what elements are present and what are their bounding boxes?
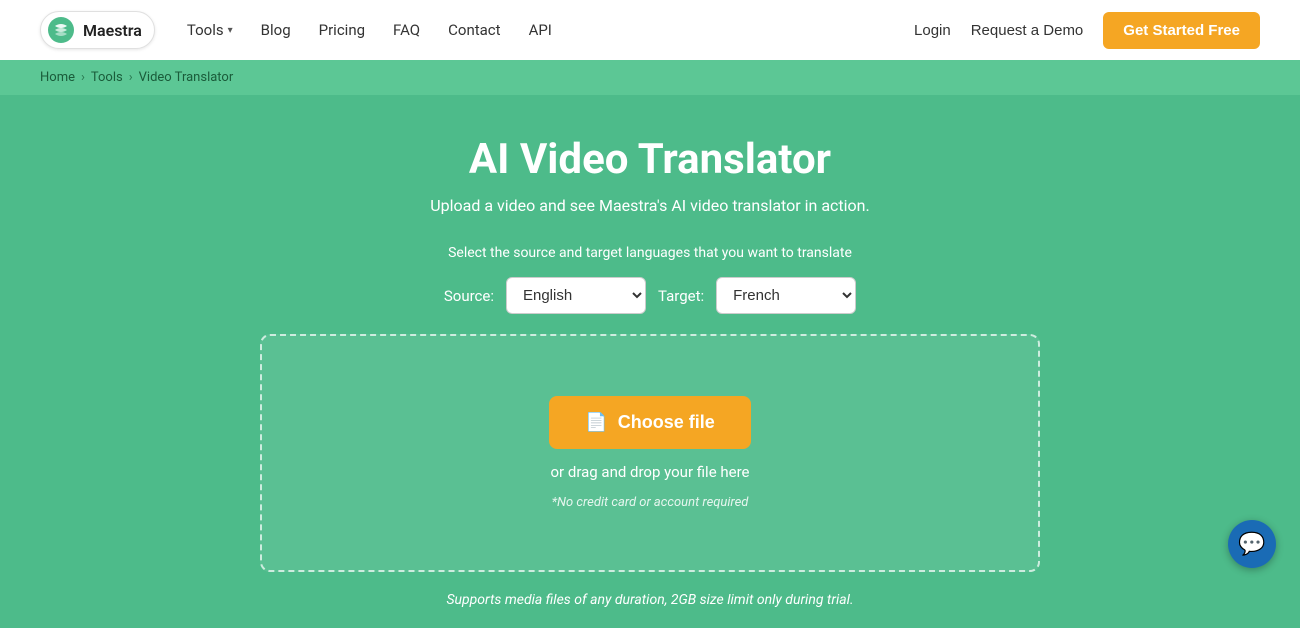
breadcrumb: Home › Tools › Video Translator	[0, 60, 1300, 95]
language-selectors: Source: English Spanish French German It…	[444, 277, 856, 314]
page-subtitle: Upload a video and see Maestra's AI vide…	[430, 196, 869, 215]
drag-drop-text: or drag and drop your file here	[551, 463, 750, 481]
chevron-down-icon: ▾	[228, 25, 233, 36]
choose-file-label: Choose file	[618, 412, 715, 433]
breadcrumb-current: Video Translator	[139, 70, 234, 85]
lang-prompt: Select the source and target languages t…	[448, 245, 852, 261]
page-title: AI Video Translator	[469, 135, 831, 184]
nav-links: Tools ▾ Blog Pricing FAQ Contact API	[187, 21, 882, 39]
logo[interactable]: Maestra	[40, 11, 155, 49]
breadcrumb-sep-2: ›	[129, 70, 133, 85]
navbar: Maestra Tools ▾ Blog Pricing FAQ Contact…	[0, 0, 1300, 60]
breadcrumb-sep-1: ›	[81, 70, 85, 85]
login-button[interactable]: Login	[914, 22, 951, 39]
target-label: Target:	[658, 287, 704, 305]
nav-pricing[interactable]: Pricing	[319, 21, 365, 39]
choose-file-button[interactable]: 📄 Choose file	[549, 396, 750, 449]
request-demo-button[interactable]: Request a Demo	[971, 22, 1084, 39]
logo-text: Maestra	[83, 21, 142, 40]
main-content: AI Video Translator Upload a video and s…	[0, 95, 1300, 628]
chat-icon: 💬	[1238, 532, 1265, 557]
nav-tools[interactable]: Tools ▾	[187, 21, 233, 39]
breadcrumb-home[interactable]: Home	[40, 70, 75, 85]
nav-right: Login Request a Demo Get Started Free	[914, 12, 1260, 49]
get-started-button[interactable]: Get Started Free	[1103, 12, 1260, 49]
source-label: Source:	[444, 287, 494, 305]
file-drop-zone[interactable]: 📄 Choose file or drag and drop your file…	[260, 334, 1040, 572]
nav-blog[interactable]: Blog	[261, 21, 291, 39]
file-icon: 📄	[585, 412, 607, 433]
chat-support-button[interactable]: 💬	[1228, 520, 1276, 568]
footer-note: Supports media files of any duration, 2G…	[446, 592, 853, 608]
nav-api[interactable]: API	[529, 21, 552, 39]
target-language-select[interactable]: French English Spanish German Italian Po…	[716, 277, 856, 314]
breadcrumb-tools[interactable]: Tools	[91, 70, 123, 85]
no-credit-text: *No credit card or account required	[552, 495, 749, 510]
source-language-select[interactable]: English Spanish French German Italian Po…	[506, 277, 646, 314]
nav-contact[interactable]: Contact	[448, 21, 500, 39]
nav-faq[interactable]: FAQ	[393, 21, 420, 39]
